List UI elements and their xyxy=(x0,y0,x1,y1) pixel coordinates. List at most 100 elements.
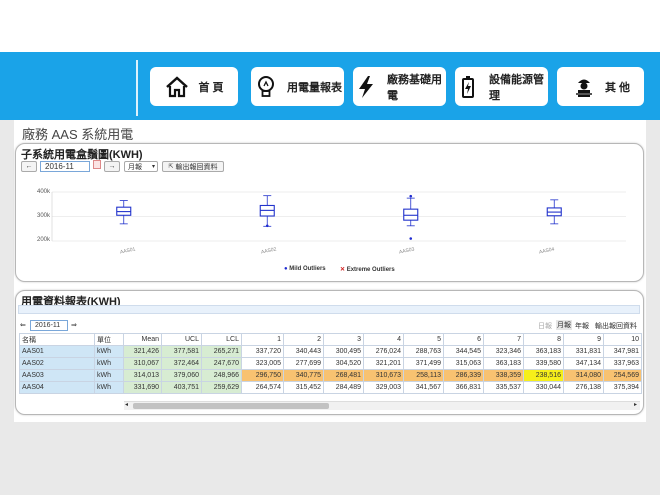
table-cell: 330,044 xyxy=(523,381,564,394)
table-cell: 310,673 xyxy=(363,369,404,382)
table-cell: 339,580 xyxy=(523,357,564,370)
table-cell: AAS02 xyxy=(19,357,95,370)
legend-mild-outliers: ● Mild Outliers xyxy=(284,266,326,272)
table-cell: 315,063 xyxy=(443,357,484,370)
table-cell: kWh xyxy=(94,345,124,358)
table-cell: 363,183 xyxy=(483,357,524,370)
table-cell: 321,426 xyxy=(123,345,162,358)
mild-outlier-point xyxy=(265,224,269,228)
table-date-input[interactable]: 2016-11 xyxy=(30,320,68,331)
table-cell: 366,831 xyxy=(443,381,484,394)
table-cell: 379,060 xyxy=(161,369,202,382)
table-cell: 277,699 xyxy=(283,357,324,370)
column-header[interactable]: 6 xyxy=(443,333,484,346)
table-cell: 288,763 xyxy=(403,345,444,358)
table-cell: 347,134 xyxy=(563,357,604,370)
table-cell: 340,775 xyxy=(283,369,324,382)
table-cell: AAS01 xyxy=(19,345,95,358)
table-cell: 329,003 xyxy=(363,381,404,394)
table-cell: 338,359 xyxy=(483,369,524,382)
column-header[interactable]: Mean xyxy=(123,333,162,346)
extreme-outlier-marker-icon: ✕ xyxy=(340,267,346,273)
legend-mild-label: Mild Outliers xyxy=(289,266,326,272)
column-header[interactable]: 7 xyxy=(483,333,524,346)
table-cell: AAS03 xyxy=(19,369,95,382)
table-cell: 268,481 xyxy=(323,369,364,382)
table-cell: AAS04 xyxy=(19,381,95,394)
box-body xyxy=(403,208,419,221)
scroll-right-icon[interactable]: ▸ xyxy=(634,401,637,408)
table-cell: 347,981 xyxy=(603,345,642,358)
table-row[interactable]: AAS04 kWh 331,690 403,751 259,629 264,574 315,… xyxy=(19,381,642,394)
legend-extreme-label: Extreme Outliers xyxy=(346,267,395,273)
table-cell: 335,537 xyxy=(483,381,524,394)
table-cell: 254,569 xyxy=(603,369,642,382)
daily-report-tab[interactable]: 日報 xyxy=(538,321,552,331)
table-cell: 259,629 xyxy=(201,381,242,394)
usage-data-table: 名稱 單位 Mean UCL LCL 1 2 3 4 5 6 7 8 9 10 AAS01 kWh 321,42… xyxy=(19,333,642,394)
table-cell: 323,346 xyxy=(483,345,524,358)
yearly-report-tab[interactable]: 年報 xyxy=(575,321,589,331)
mild-outlier-point xyxy=(409,194,413,198)
mild-outlier-marker-icon: ● xyxy=(284,266,288,272)
table-cell: 247,670 xyxy=(201,357,242,370)
table-cell: kWh xyxy=(94,369,124,382)
table-row[interactable]: AAS03 kWh 314,013 379,060 248,966 296,750 340,… xyxy=(19,369,642,382)
table-cell: 331,831 xyxy=(563,345,604,358)
column-header[interactable]: 3 xyxy=(323,333,364,346)
column-header[interactable]: LCL xyxy=(201,333,242,346)
scroll-left-icon[interactable]: ◂ xyxy=(125,401,128,408)
table-cell: 314,013 xyxy=(123,369,162,382)
table-cell: 372,464 xyxy=(161,357,202,370)
table-cell: 363,183 xyxy=(523,345,564,358)
table-cell: 321,201 xyxy=(363,357,404,370)
table-cell: 337,720 xyxy=(241,345,284,358)
table-cell: 286,339 xyxy=(443,369,484,382)
table-cell: kWh xyxy=(94,357,124,370)
scrollbar-thumb[interactable] xyxy=(133,403,329,409)
table-cell: 248,966 xyxy=(201,369,242,382)
table-row[interactable]: AAS01 kWh 321,426 377,581 265,271 337,720 340,… xyxy=(19,345,642,358)
column-header[interactable]: 8 xyxy=(523,333,564,346)
table-cell: 403,751 xyxy=(161,381,202,394)
table-cell: 371,499 xyxy=(403,357,444,370)
table-toolbar-strip xyxy=(18,305,640,314)
table-cell: 314,080 xyxy=(563,369,604,382)
table-cell: 341,567 xyxy=(403,381,444,394)
column-header[interactable]: 名稱 xyxy=(19,333,95,346)
column-header[interactable]: 5 xyxy=(403,333,444,346)
table-cell: kWh xyxy=(94,381,124,394)
column-header[interactable]: 10 xyxy=(603,333,642,346)
table-cell: 315,452 xyxy=(283,381,324,394)
column-header[interactable]: 9 xyxy=(563,333,604,346)
table-cell: 375,394 xyxy=(603,381,642,394)
column-header[interactable]: 4 xyxy=(363,333,404,346)
table-cell: 276,138 xyxy=(563,381,604,394)
column-header[interactable]: 1 xyxy=(241,333,284,346)
table-cell: 300,495 xyxy=(323,345,364,358)
legend-extreme-outliers: ✕ Extreme Outliers xyxy=(340,266,395,273)
table-next-icon[interactable]: ⇒ xyxy=(71,321,77,329)
monthly-report-tab[interactable]: 月報 xyxy=(556,320,572,330)
table-cell: 296,750 xyxy=(241,369,284,382)
mild-outlier-point xyxy=(409,237,413,240)
column-header[interactable]: 2 xyxy=(283,333,324,346)
table-cell: 310,067 xyxy=(123,357,162,370)
table-cell: 265,271 xyxy=(201,345,242,358)
table-cell: 344,545 xyxy=(443,345,484,358)
table-header-row: 名稱 單位 Mean UCL LCL 1 2 3 4 5 6 7 8 9 10 xyxy=(19,333,642,346)
table-cell: 264,574 xyxy=(241,381,284,394)
table-cell: 304,520 xyxy=(323,357,364,370)
table-cell: 284,489 xyxy=(323,381,364,394)
column-header[interactable]: UCL xyxy=(161,333,202,346)
table-cell: 238,516 xyxy=(523,369,564,382)
table-cell: 377,581 xyxy=(161,345,202,358)
column-header[interactable]: 單位 xyxy=(94,333,124,346)
table-cell: 337,963 xyxy=(603,357,642,370)
box-plot-chart xyxy=(51,191,626,242)
table-export-button[interactable]: 輸出報回資料 xyxy=(595,321,637,331)
table-prev-icon[interactable]: ⇐ xyxy=(20,321,26,329)
table-cell: 340,443 xyxy=(283,345,324,358)
table-cell: 258,113 xyxy=(403,369,444,382)
table-row[interactable]: AAS02 kWh 310,067 372,464 247,670 323,005 277,… xyxy=(19,357,642,370)
